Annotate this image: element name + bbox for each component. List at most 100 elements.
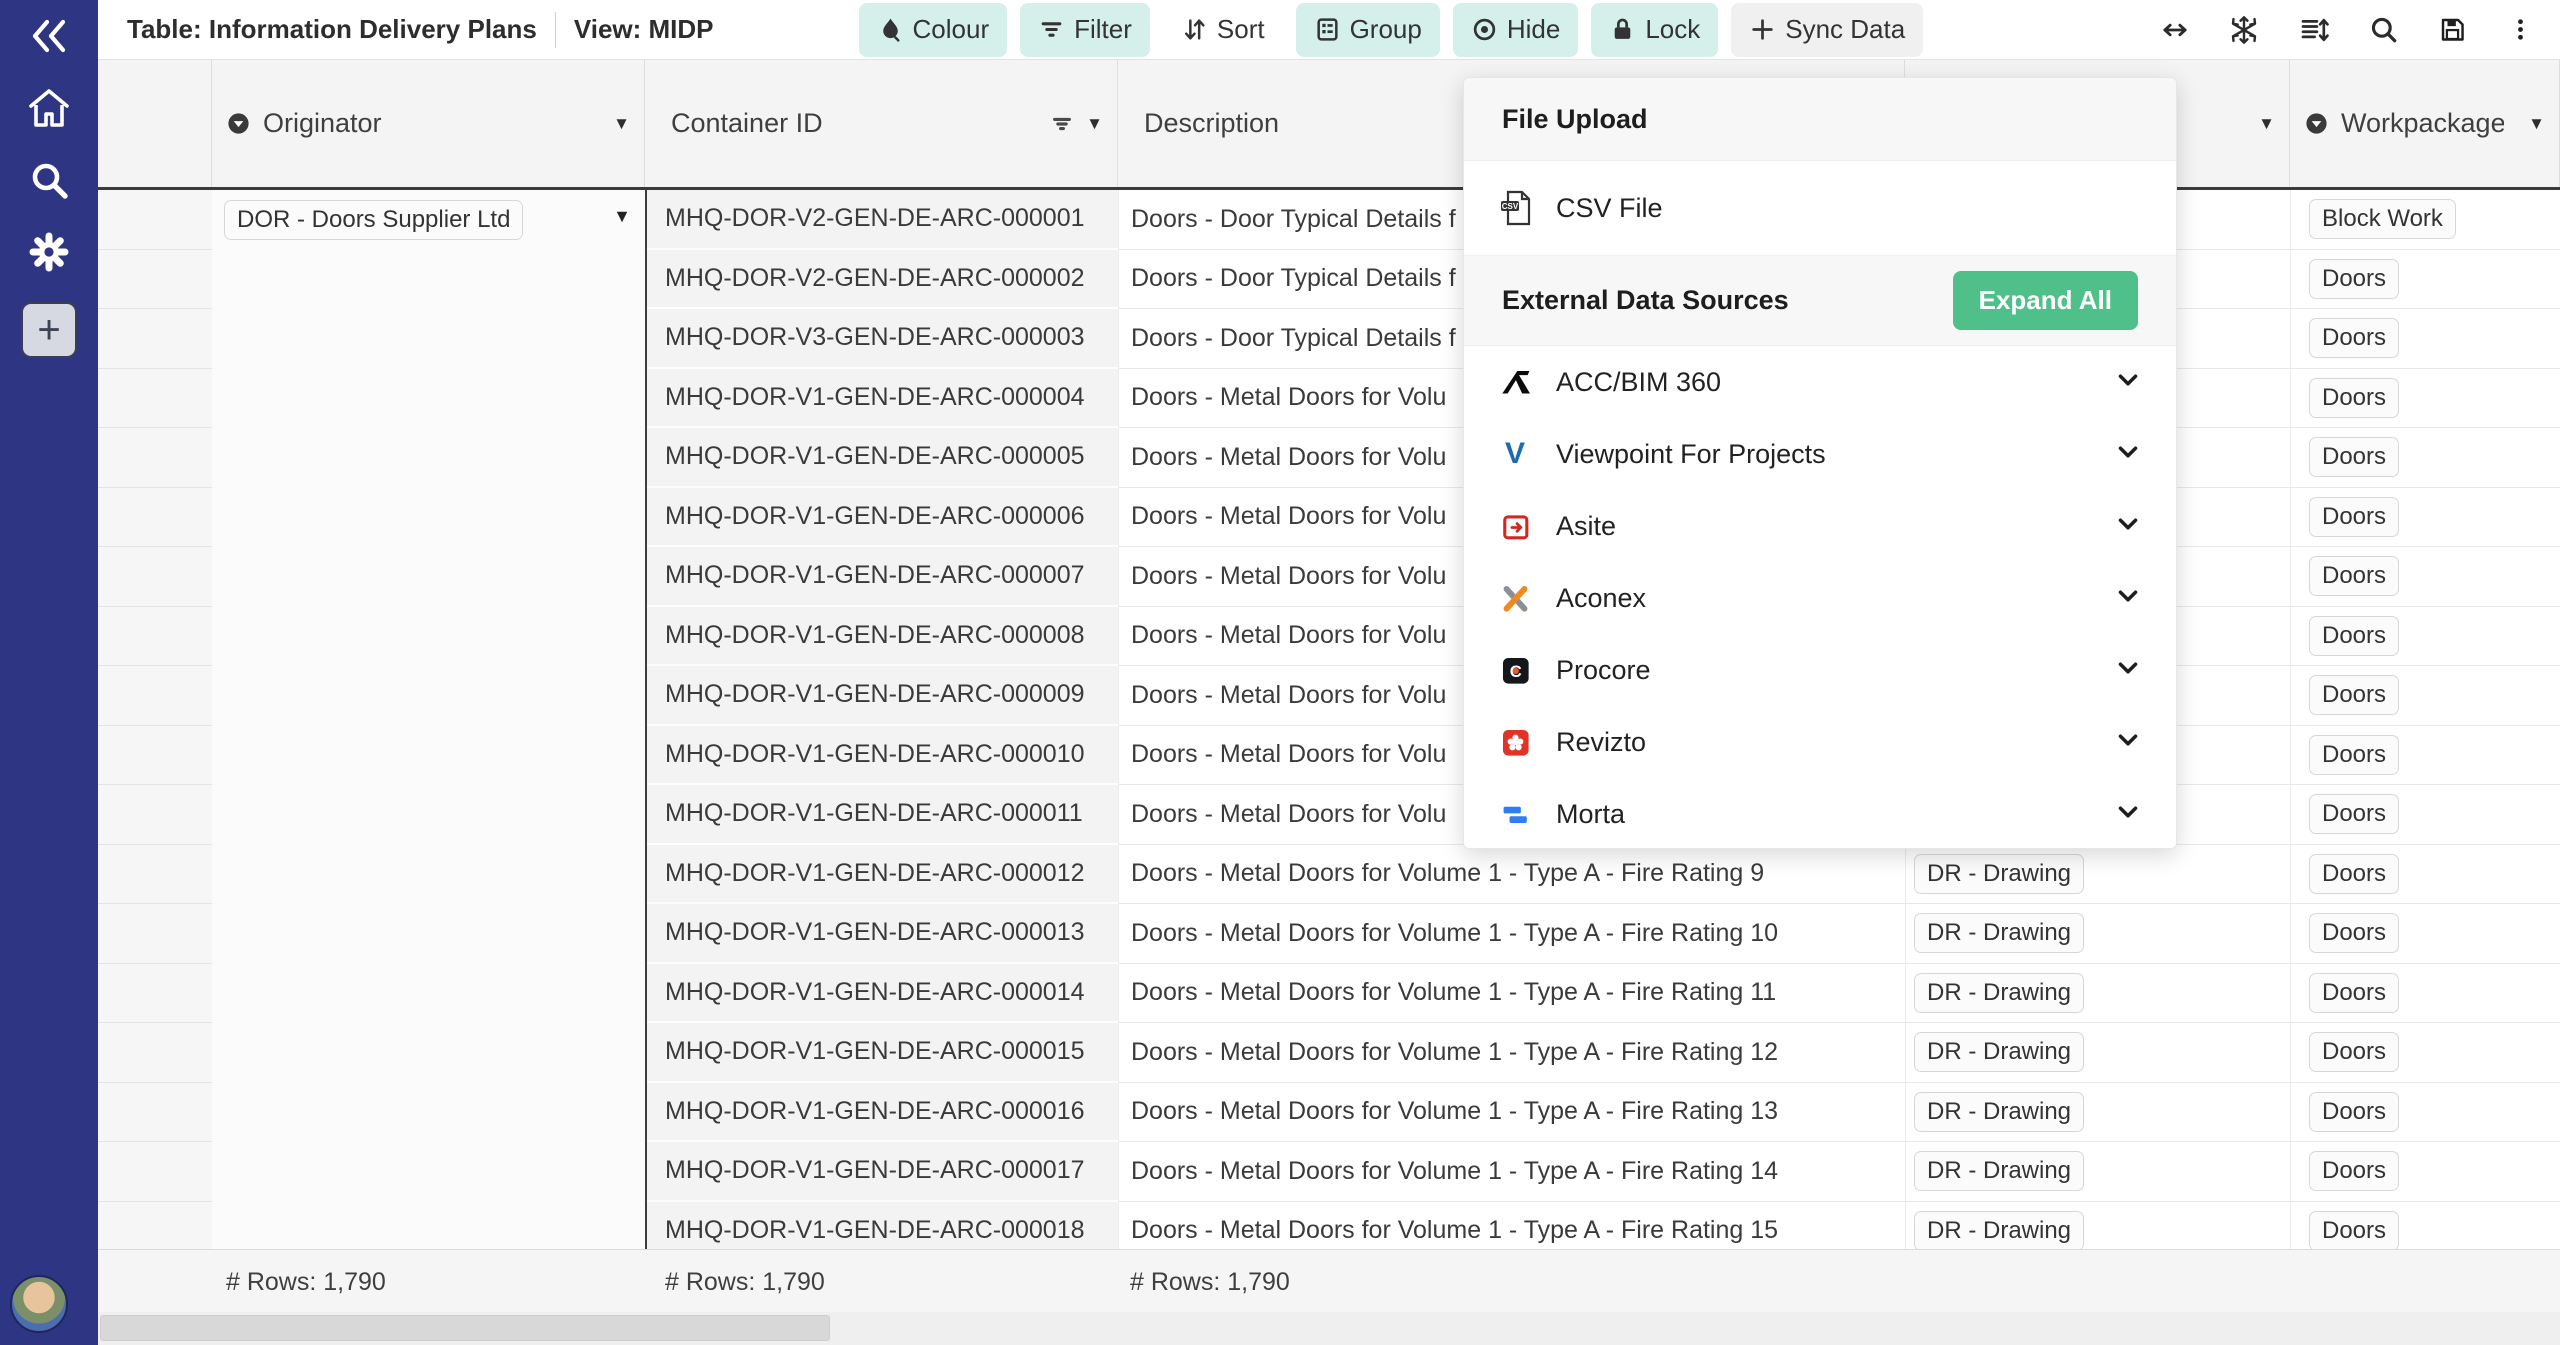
chevron-down-icon[interactable] xyxy=(2114,726,2142,759)
column-menu-caret-icon[interactable]: ▼ xyxy=(1086,114,1103,134)
search-button[interactable] xyxy=(2369,15,2398,44)
cell-description[interactable]: Doors - Metal Doors for Volume 1 - Type … xyxy=(1118,1142,1905,1202)
settings-button[interactable] xyxy=(0,216,98,288)
cell-description[interactable]: Doors - Metal Doors for Volume 1 - Type … xyxy=(1118,1023,1905,1083)
add-new-button[interactable]: + xyxy=(21,302,77,358)
cell-originator[interactable] xyxy=(212,666,645,726)
chevron-down-icon[interactable] xyxy=(2114,654,2142,687)
cell-container-id[interactable]: MHQ-DOR-V1-GEN-DE-ARC-000017 xyxy=(645,1142,1118,1202)
cell-workpackage[interactable]: Doors xyxy=(2290,309,2560,369)
home-button[interactable] xyxy=(0,72,98,144)
hide-button[interactable]: Hide xyxy=(1453,3,1578,57)
cell-container-id[interactable]: MHQ-DOR-V1-GEN-DE-ARC-000005 xyxy=(645,428,1118,488)
cell-gutter[interactable] xyxy=(98,785,212,845)
cell-gutter[interactable] xyxy=(98,607,212,667)
cell-description[interactable]: Doors - Metal Doors for Volume 1 - Type … xyxy=(1118,904,1905,964)
cell-originator[interactable]: DOR - Doors Supplier Ltd▼ xyxy=(212,190,645,250)
cell-workpackage[interactable]: Doors xyxy=(2290,1142,2560,1202)
cell-gutter[interactable] xyxy=(98,666,212,726)
cell-gutter[interactable] xyxy=(98,428,212,488)
chevron-down-icon[interactable] xyxy=(2114,798,2142,831)
cell-originator[interactable] xyxy=(212,904,645,964)
originator-cell-caret-icon[interactable]: ▼ xyxy=(613,206,631,227)
cell-description[interactable]: Doors - Metal Doors for Volume 1 - Type … xyxy=(1118,845,1905,905)
cell-gutter[interactable] xyxy=(98,1083,212,1143)
source-item-revizto[interactable]: Revizto xyxy=(1464,706,2176,778)
cell-originator[interactable] xyxy=(212,250,645,310)
lock-button[interactable]: Lock xyxy=(1591,3,1718,57)
collapse-sidebar-button[interactable] xyxy=(0,0,98,72)
cell-type[interactable]: DR - Drawing xyxy=(1905,1023,2290,1083)
csv-file-item[interactable]: CSV CSV File xyxy=(1464,161,2176,256)
cell-container-id[interactable]: MHQ-DOR-V1-GEN-DE-ARC-000018 xyxy=(645,1202,1118,1250)
cell-workpackage[interactable]: Doors xyxy=(2290,964,2560,1024)
chevron-down-icon[interactable] xyxy=(2114,510,2142,543)
cell-originator[interactable] xyxy=(212,1202,645,1250)
cell-type[interactable]: DR - Drawing xyxy=(1905,964,2290,1024)
cell-description[interactable]: Doors - Metal Doors for Volume 1 - Type … xyxy=(1118,1083,1905,1143)
cell-gutter[interactable] xyxy=(98,1142,212,1202)
cell-container-id[interactable]: MHQ-DOR-V2-GEN-DE-ARC-000002 xyxy=(645,250,1118,310)
cell-originator[interactable] xyxy=(212,964,645,1024)
cell-workpackage[interactable]: Doors xyxy=(2290,726,2560,786)
cell-container-id[interactable]: MHQ-DOR-V1-GEN-DE-ARC-000004 xyxy=(645,369,1118,429)
cell-originator[interactable] xyxy=(212,1142,645,1202)
cell-workpackage[interactable]: Doors xyxy=(2290,785,2560,845)
cell-type[interactable]: DR - Drawing xyxy=(1905,1083,2290,1143)
filter-button[interactable]: Filter xyxy=(1020,3,1150,57)
cell-originator[interactable] xyxy=(212,785,645,845)
cell-description[interactable]: Doors - Metal Doors for Volume 1 - Type … xyxy=(1118,1202,1905,1250)
cell-gutter[interactable] xyxy=(98,1023,212,1083)
sort-button[interactable]: Sort xyxy=(1163,3,1283,57)
cell-gutter[interactable] xyxy=(98,1202,212,1250)
cell-description[interactable]: Doors - Metal Doors for Volume 1 - Type … xyxy=(1118,964,1905,1024)
cell-container-id[interactable]: MHQ-DOR-V1-GEN-DE-ARC-000006 xyxy=(645,488,1118,548)
cell-gutter[interactable] xyxy=(98,309,212,369)
cell-originator[interactable] xyxy=(212,369,645,429)
cell-originator[interactable] xyxy=(212,845,645,905)
cell-gutter[interactable] xyxy=(98,488,212,548)
cell-workpackage[interactable]: Doors xyxy=(2290,904,2560,964)
cell-workpackage[interactable]: Doors xyxy=(2290,369,2560,429)
cell-workpackage[interactable]: Doors xyxy=(2290,547,2560,607)
cell-originator[interactable] xyxy=(212,607,645,667)
cell-container-id[interactable]: MHQ-DOR-V3-GEN-DE-ARC-000003 xyxy=(645,309,1118,369)
row-height-button[interactable] xyxy=(2299,15,2329,45)
source-item-acc-bim-360[interactable]: ACC/BIM 360 xyxy=(1464,346,2176,418)
cell-container-id[interactable]: MHQ-DOR-V1-GEN-DE-ARC-000012 xyxy=(645,845,1118,905)
cell-container-id[interactable]: MHQ-DOR-V1-GEN-DE-ARC-000009 xyxy=(645,666,1118,726)
column-menu-caret-icon[interactable]: ▼ xyxy=(2528,114,2545,134)
hdr-filter-icon[interactable] xyxy=(1050,112,1074,136)
cell-workpackage[interactable]: Doors xyxy=(2290,607,2560,667)
cell-gutter[interactable] xyxy=(98,964,212,1024)
cell-originator[interactable] xyxy=(212,1023,645,1083)
cell-workpackage[interactable]: Block Work xyxy=(2290,190,2560,250)
freeze-button[interactable] xyxy=(2229,15,2259,45)
horizontal-scrollbar-track[interactable] xyxy=(98,1312,2560,1345)
cell-container-id[interactable]: MHQ-DOR-V1-GEN-DE-ARC-000007 xyxy=(645,547,1118,607)
colour-button[interactable]: Colour xyxy=(859,3,1008,57)
source-item-asite[interactable]: Asite xyxy=(1464,490,2176,562)
column-header-container[interactable]: Container ID▼ xyxy=(645,60,1118,187)
cell-type[interactable]: DR - Drawing xyxy=(1905,1142,2290,1202)
cell-originator[interactable] xyxy=(212,488,645,548)
horizontal-scrollbar-thumb[interactable] xyxy=(100,1315,830,1341)
source-item-aconex[interactable]: Aconex xyxy=(1464,562,2176,634)
cell-gutter[interactable] xyxy=(98,845,212,905)
expand-all-button[interactable]: Expand All xyxy=(1953,271,2138,330)
source-item-procore[interactable]: CProcore xyxy=(1464,634,2176,706)
cell-gutter[interactable] xyxy=(98,547,212,607)
source-item-viewpoint-for-projects[interactable]: VViewpoint For Projects xyxy=(1464,418,2176,490)
cell-originator[interactable] xyxy=(212,309,645,369)
cell-container-id[interactable]: MHQ-DOR-V1-GEN-DE-ARC-000014 xyxy=(645,964,1118,1024)
cell-workpackage[interactable]: Doors xyxy=(2290,1083,2560,1143)
cell-container-id[interactable]: MHQ-DOR-V2-GEN-DE-ARC-000001 xyxy=(645,190,1118,250)
group-button[interactable]: Group xyxy=(1296,3,1440,57)
cell-container-id[interactable]: MHQ-DOR-V1-GEN-DE-ARC-000011 xyxy=(645,785,1118,845)
cell-workpackage[interactable]: Doors xyxy=(2290,250,2560,310)
cell-container-id[interactable]: MHQ-DOR-V1-GEN-DE-ARC-000013 xyxy=(645,904,1118,964)
cell-type[interactable]: DR - Drawing xyxy=(1905,904,2290,964)
cell-gutter[interactable] xyxy=(98,250,212,310)
column-header-originator[interactable]: Originator▼ xyxy=(212,60,645,187)
cell-gutter[interactable] xyxy=(98,904,212,964)
